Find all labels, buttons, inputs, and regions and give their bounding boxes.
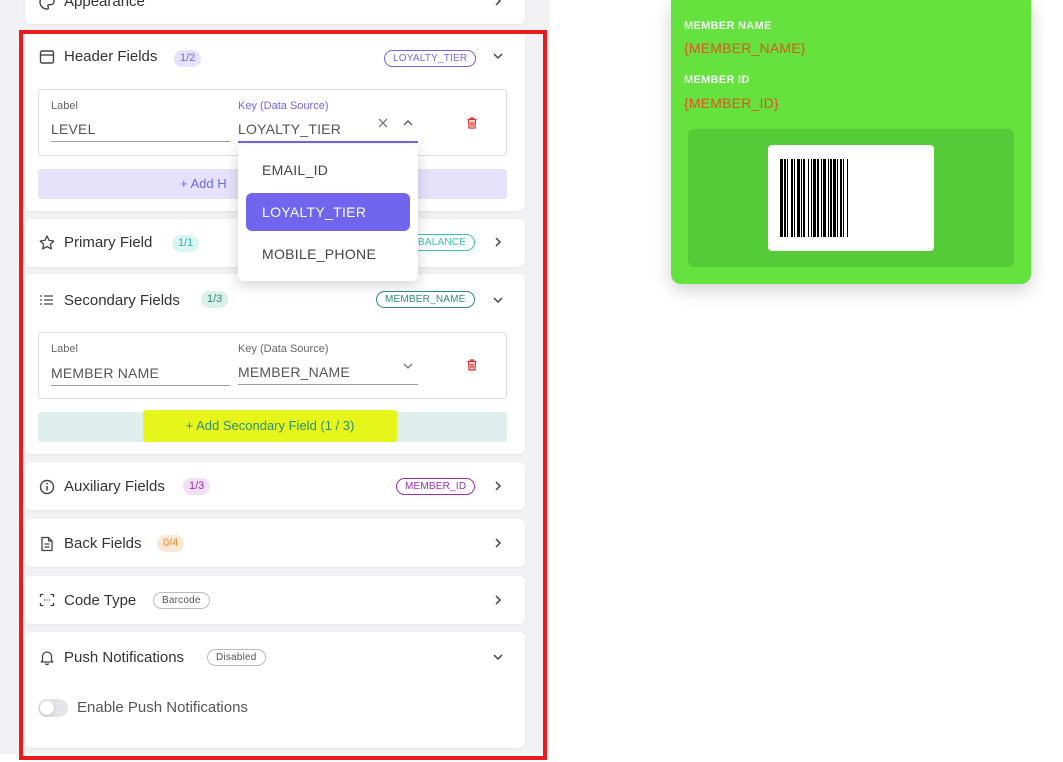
palette-icon [38,0,56,11]
dropdown-option-mobile-phone[interactable]: MOBILE_PHONE [246,235,410,273]
info-icon [38,478,56,496]
chevron-right-icon[interactable] [491,235,505,249]
barcode [768,145,934,251]
key-pill: LOYALTY_TIER [384,50,477,67]
key-pill: MEMBER_ID [396,478,476,495]
header-fields-toggle[interactable]: Header Fields 1/2 LOYALTY_TIER [25,30,525,84]
chevron-down-icon[interactable] [491,49,505,63]
document-icon [38,535,56,553]
secondary-fields-section: Secondary Fields 1/3 MEMBER_NAME Label M… [25,274,525,454]
push-notifications-section: Push Notifications Disabled Enable Push … [25,632,525,748]
barcode-bars [780,159,848,237]
chevron-down-icon[interactable] [491,293,505,307]
add-secondary-field-button[interactable]: + Add Secondary Field (1 / 3) [143,410,397,442]
chevron-right-icon[interactable] [491,593,505,607]
member-id-value: {MEMBER_ID} [684,95,779,111]
count-badge: 1/1 [172,235,200,252]
section-title: Push Notifications [64,649,185,666]
section-title: Header Fields [64,48,158,65]
auxiliary-fields-section[interactable]: Auxiliary Fields 1/3 MEMBER_ID [25,462,525,510]
chevron-up-icon[interactable] [401,116,415,130]
key-select[interactable]: MEMBER_NAME [238,364,350,380]
code-type-section[interactable]: Code Type Barcode [25,576,525,624]
code-type-badge: Barcode [153,592,210,609]
appearance-section[interactable]: Appearance [25,0,525,24]
secondary-field-row: Label MEMBER NAME Key (Data Source) MEMB… [38,332,507,399]
chevron-down-icon[interactable] [401,359,415,373]
section-title: Primary Field [64,234,153,251]
label-underline [51,141,230,142]
bell-icon [38,648,56,666]
section-title: Auxiliary Fields [64,478,165,495]
chevron-right-icon[interactable] [491,479,505,493]
count-badge: 1/2 [174,50,202,67]
label-underline [51,385,230,386]
key-select[interactable]: LOYALTY_TIER [238,121,341,137]
scan-icon [38,591,56,609]
trash-icon[interactable] [465,116,479,130]
label-caption: Label [51,343,78,355]
chevron-right-icon[interactable] [491,0,505,8]
key-dropdown-menu: EMAIL_ID LOYALTY_TIER MOBILE_PHONE [238,144,418,281]
push-notifications-toggle[interactable]: Push Notifications Disabled [25,632,525,686]
list-icon [38,291,56,309]
close-icon[interactable] [376,116,390,130]
pass-preview: MEMBER NAME {MEMBER_NAME} MEMBER ID {MEM… [671,0,1031,284]
member-name-label: MEMBER NAME [684,20,772,32]
key-pill: BALANCE [409,234,476,251]
count-badge: 1/3 [183,478,211,495]
count-badge: 1/3 [201,291,229,308]
push-notifications-switch[interactable] [38,699,68,717]
key-underline [238,384,418,385]
status-badge: Disabled [207,649,266,666]
toggle-label: Enable Push Notifications [77,699,248,716]
label-caption: Label [51,100,78,112]
dropdown-option-email-id[interactable]: EMAIL_ID [246,151,410,189]
back-fields-section[interactable]: Back Fields 0/4 [25,519,525,567]
key-caption: Key (Data Source) [238,100,329,112]
switch-knob [40,701,54,715]
dropdown-option-loyalty-tier[interactable]: LOYALTY_TIER [246,193,410,231]
chevron-down-icon[interactable] [491,650,505,664]
label-input[interactable]: MEMBER NAME [51,365,159,381]
star-icon [38,234,56,252]
window-icon [38,48,56,66]
barcode-area [688,129,1014,267]
section-title: Secondary Fields [64,292,180,309]
key-underline [238,141,418,143]
label-input[interactable]: LEVEL [51,121,96,137]
secondary-fields-toggle[interactable]: Secondary Fields 1/3 MEMBER_NAME [25,274,525,328]
section-title: Appearance [64,0,145,10]
trash-icon[interactable] [465,358,479,372]
count-badge: 0/4 [157,535,185,552]
member-id-label: MEMBER ID [684,74,750,86]
chevron-right-icon[interactable] [491,536,505,550]
editor-panel: Appearance Header Fields 1/2 LOYALTY_TIE… [0,0,550,754]
key-caption: Key (Data Source) [238,343,329,355]
member-name-value: {MEMBER_NAME} [684,40,806,56]
key-pill: MEMBER_NAME [376,291,475,308]
section-title: Back Fields [64,535,142,552]
section-title: Code Type [64,592,137,609]
